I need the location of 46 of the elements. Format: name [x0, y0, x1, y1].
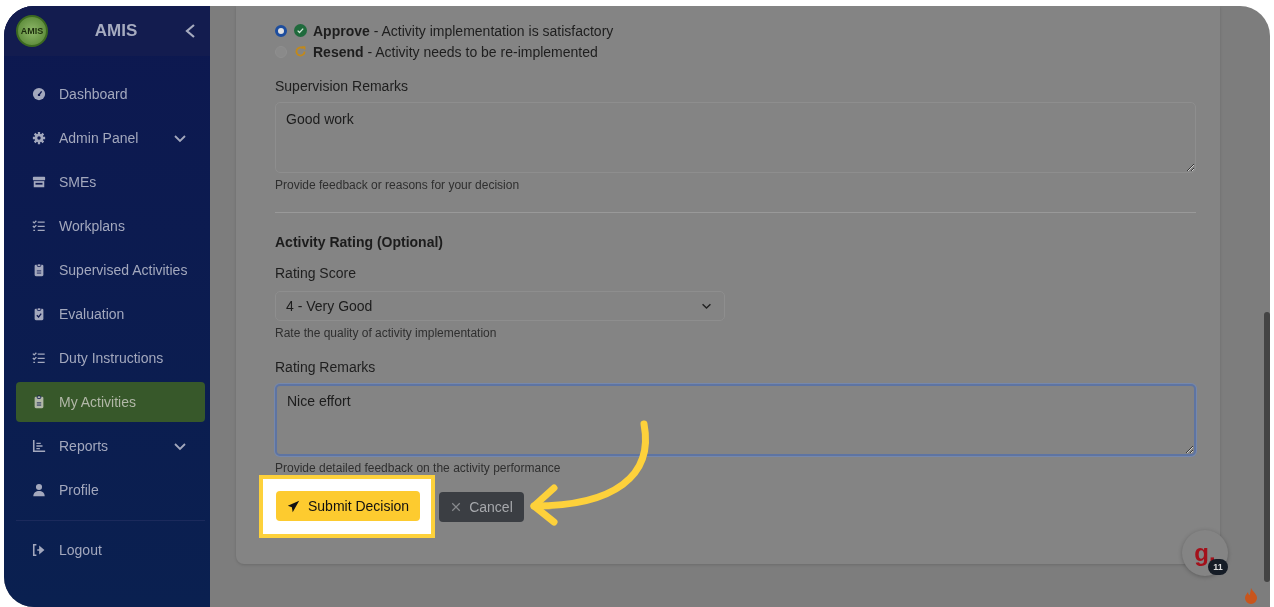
close-icon — [451, 501, 462, 512]
submit-button[interactable]: Submit Decision — [276, 491, 421, 521]
remarks-field[interactable]: Good work — [275, 102, 1196, 173]
redo-icon — [294, 45, 307, 58]
sidebar-item[interactable]: Profile — [16, 470, 205, 510]
sidebar-item[interactable]: Duty Instructions — [16, 338, 205, 378]
collapse-chevron-icon[interactable] — [184, 23, 196, 39]
sidebar-item[interactable]: Dashboard — [16, 74, 205, 114]
gauge-icon — [32, 87, 46, 101]
sign-out-icon — [32, 543, 46, 557]
flame-icon[interactable] — [1244, 588, 1258, 605]
help-text: Provide feedback or reasons for your decision — [275, 178, 521, 192]
chart-icon — [32, 439, 46, 453]
sidebar-item[interactable]: Workplans — [16, 206, 205, 246]
section-heading: Activity Rating (Optional) — [275, 234, 444, 251]
radio-button[interactable] — [275, 24, 287, 37]
app-title: AMIS — [93, 21, 139, 41]
sidebar-item[interactable]: My Activities — [16, 382, 205, 422]
field-label: Rating Remarks — [275, 359, 377, 376]
sidebar-item[interactable]: Evaluation — [16, 294, 205, 334]
option-label: Resend - Activity needs to be re-implemented — [313, 43, 598, 60]
check-circle-icon — [294, 24, 307, 37]
checklist-icon — [32, 219, 46, 233]
paper-plane-icon — [287, 499, 300, 513]
logout-item[interactable]: Logout — [16, 530, 205, 570]
rating-remarks-field[interactable]: Nice effort — [275, 384, 1196, 456]
option-label: Approve - Activity implementation is satisfactory — [313, 22, 614, 39]
rating-select[interactable]: 4 - Very Good — [275, 291, 725, 321]
sidebar-item[interactable]: Supervised Activities — [16, 250, 205, 290]
sidebar-item[interactable]: SMEs — [16, 162, 205, 202]
user-icon — [32, 483, 46, 497]
scrollbar-thumb[interactable] — [1264, 312, 1270, 582]
field-label: Supervision Remarks — [275, 78, 410, 95]
checklist-icon — [32, 351, 46, 365]
help-text: Provide detailed feedback on the activity performance — [275, 461, 562, 475]
sidebar-item[interactable]: Reports — [16, 426, 205, 466]
logo-badge: AMIS — [16, 15, 48, 47]
field-label: Rating Score — [275, 265, 357, 282]
clipboard-check-icon — [32, 307, 46, 321]
cancel-button[interactable]: Cancel — [439, 491, 524, 522]
help-text: Rate the quality of activity implementation — [275, 326, 498, 340]
sidebar-item[interactable]: Admin Panel — [16, 118, 205, 158]
clipboard-icon — [32, 263, 46, 277]
store-icon — [32, 175, 46, 189]
gear-icon — [32, 131, 46, 145]
clipboard-icon — [32, 395, 46, 409]
